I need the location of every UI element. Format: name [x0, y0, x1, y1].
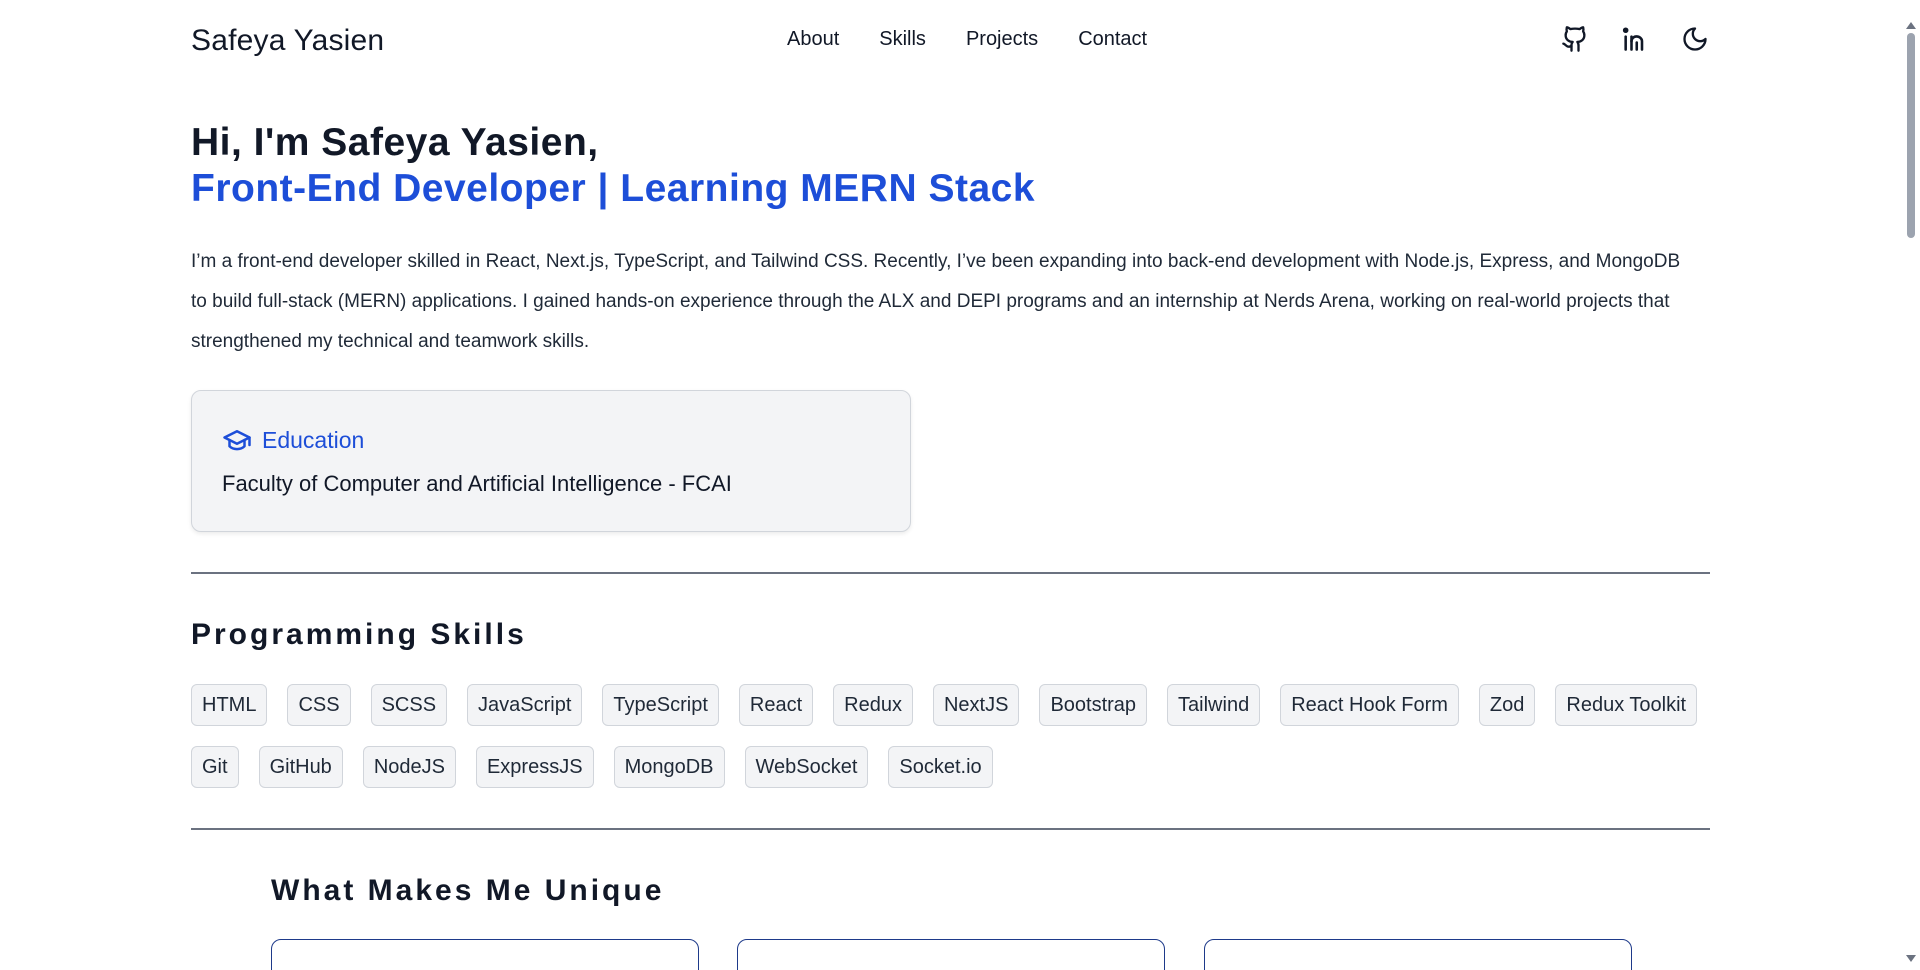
- skill-tag: JavaScript: [467, 684, 583, 726]
- hero-description: I’m a front-end developer skilled in Rea…: [191, 251, 1681, 352]
- skill-tag: CSS: [287, 684, 351, 726]
- education-header: Education: [222, 425, 364, 455]
- hero-greeting: Hi, I'm Safeya Yasien,: [191, 121, 599, 164]
- skill-tag: SCSS: [370, 684, 448, 726]
- skills-section-title: Programming Skills: [191, 618, 527, 651]
- nav-about[interactable]: About: [787, 28, 839, 51]
- skill-tag: Socket.io: [888, 746, 993, 788]
- nav-skills[interactable]: Skills: [879, 28, 926, 51]
- skill-tag: TypeScript: [602, 684, 719, 726]
- scroll-down-arrow-icon[interactable]: [1906, 955, 1916, 962]
- linkedin-icon[interactable]: [1620, 24, 1650, 54]
- main-nav: About Skills Projects Contact: [787, 28, 1147, 51]
- skill-tag: Redux: [833, 684, 913, 726]
- skills-list: HTML CSS SCSS JavaScript TypeScript Reac…: [191, 684, 1710, 788]
- brand-name[interactable]: Safeya Yasien: [191, 24, 384, 58]
- skill-tag: React: [738, 684, 814, 726]
- skill-tag: Git: [191, 746, 239, 788]
- skill-tag: ExpressJS: [475, 746, 594, 788]
- skill-tag: React Hook Form: [1280, 684, 1459, 726]
- unique-card: [271, 939, 699, 970]
- site-header: Safeya Yasien About Skills Projects Cont…: [191, 0, 1710, 84]
- skill-tag: Tailwind: [1167, 684, 1261, 726]
- education-text: Faculty of Computer and Artificial Intel…: [222, 471, 732, 496]
- hero-role: Front-End Developer | Learning MERN Stac…: [191, 167, 1036, 210]
- page-scrollbar[interactable]: [1902, 0, 1920, 970]
- graduation-cap-icon: [223, 430, 251, 451]
- unique-card: [737, 939, 1165, 970]
- page: Safeya Yasien About Skills Projects Cont…: [0, 0, 1902, 970]
- github-icon[interactable]: [1560, 24, 1590, 54]
- unique-card: [1204, 939, 1632, 970]
- skill-tag: NextJS: [932, 684, 1020, 726]
- skill-tag: MongoDB: [613, 746, 725, 788]
- skill-tag: Bootstrap: [1039, 684, 1148, 726]
- education-card: Education Faculty of Computer and Artifi…: [191, 390, 911, 532]
- skill-tag: HTML: [191, 684, 268, 726]
- unique-section-title: What Makes Me Unique: [271, 874, 665, 907]
- scroll-up-arrow-icon[interactable]: [1906, 22, 1916, 29]
- section-divider: [191, 572, 1710, 574]
- nav-contact[interactable]: Contact: [1078, 28, 1147, 51]
- hero-title: Hi, I'm Safeya Yasien, Front-End Develop…: [191, 120, 1035, 212]
- education-title: Education: [262, 426, 365, 453]
- nav-projects[interactable]: Projects: [966, 28, 1038, 51]
- skill-tag: WebSocket: [744, 746, 869, 788]
- header-icons: [1560, 24, 1710, 54]
- skill-tag: Zod: [1478, 684, 1536, 726]
- skill-tag: GitHub: [258, 746, 343, 788]
- skill-tag: NodeJS: [362, 746, 456, 788]
- scroll-thumb[interactable]: [1907, 33, 1915, 238]
- skill-tag: Redux Toolkit: [1555, 684, 1698, 726]
- moon-icon[interactable]: [1680, 24, 1710, 54]
- section-divider: [191, 828, 1710, 830]
